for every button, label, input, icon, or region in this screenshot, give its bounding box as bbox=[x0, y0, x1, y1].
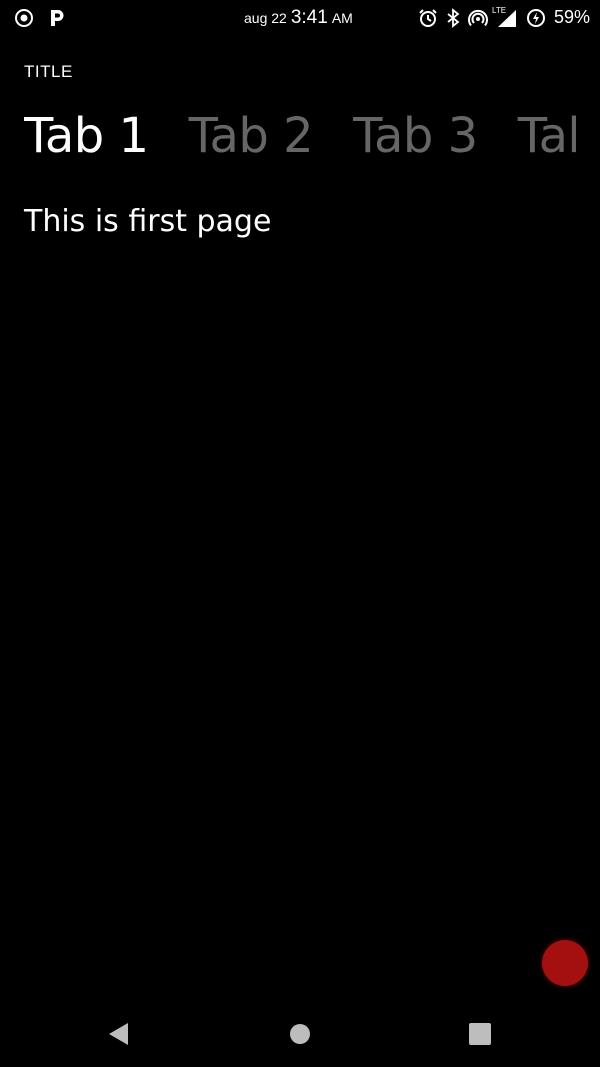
tab-2[interactable]: Tab 2 bbox=[189, 104, 314, 168]
battery-saver-icon bbox=[526, 8, 546, 28]
signal-icon: LTE bbox=[492, 6, 518, 28]
alarm-icon bbox=[418, 8, 438, 28]
battery-percent: 59% bbox=[553, 7, 590, 27]
parking-icon bbox=[48, 8, 66, 28]
tab-4[interactable]: Tab 4 bbox=[518, 104, 576, 168]
page-title: TITLE bbox=[24, 62, 73, 81]
tab-1[interactable]: Tab 1 bbox=[24, 104, 149, 168]
tab-strip[interactable]: Tab 1 Tab 2 Tab 3 Tab 4 bbox=[24, 104, 576, 174]
record-icon bbox=[14, 8, 34, 28]
bluetooth-icon bbox=[446, 7, 460, 28]
home-icon[interactable] bbox=[285, 1019, 315, 1049]
back-icon[interactable] bbox=[103, 1019, 133, 1049]
status-left-icons bbox=[14, 8, 66, 28]
hotspot-icon bbox=[468, 8, 488, 28]
network-type-label: LTE bbox=[491, 5, 507, 15]
status-time: 3:41 bbox=[290, 7, 328, 28]
status-ampm: AM bbox=[331, 10, 353, 26]
status-bar: aug 22 3:41 AM LTE 59% bbox=[0, 0, 600, 38]
recents-icon[interactable] bbox=[465, 1019, 495, 1049]
status-datetime: aug 22 3:41 AM bbox=[244, 7, 353, 29]
page-content-text: This is first page bbox=[24, 204, 272, 239]
tab-3[interactable]: Tab 3 bbox=[353, 104, 478, 168]
status-date: aug 22 bbox=[244, 10, 287, 26]
status-right-icons: LTE 59% bbox=[418, 6, 590, 28]
navigation-bar bbox=[0, 1000, 600, 1067]
floating-action-button[interactable] bbox=[542, 940, 588, 986]
